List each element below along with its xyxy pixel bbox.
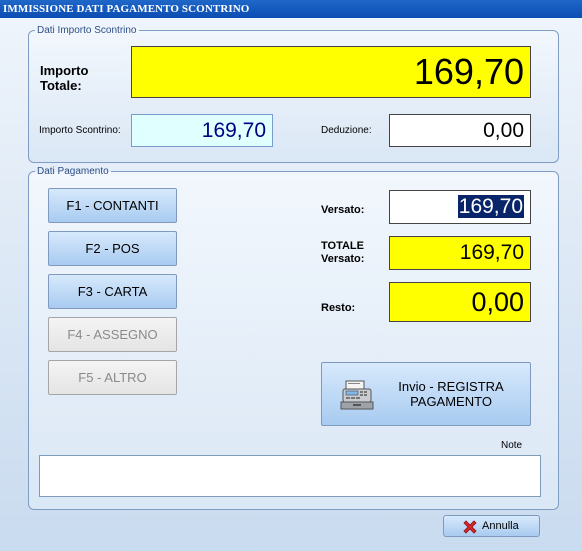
cancel-x-icon	[462, 519, 478, 535]
importo-totale-field: 169,70	[131, 46, 531, 98]
totale-versato-label: TOTALE Versato:	[321, 240, 365, 265]
carta-button-label: F3 - CARTA	[77, 284, 148, 299]
note-label: Note	[501, 440, 523, 451]
versato-value: 169,70	[457, 195, 524, 218]
registra-pagamento-button[interactable]: Invio - REGISTRA PAGAMENTO	[321, 362, 531, 426]
importo-group-legend: Dati Importo Scontrino	[37, 25, 137, 36]
cash-register-icon	[340, 379, 376, 411]
totale-versato-field: 169,70	[389, 236, 531, 270]
registra-pagamento-label: Invio - REGISTRA PAGAMENTO	[398, 379, 504, 409]
importo-totale-label: Importo Totale:	[40, 63, 89, 93]
versato-field[interactable]: 169,70	[389, 190, 531, 224]
altro-button[interactable]: F5 - ALTRO	[48, 360, 177, 395]
window-body: Dati Importo Scontrino Importo Totale: 1…	[0, 18, 582, 551]
window-title: IMMISSIONE DATI PAGAMENTO SCONTRINO	[0, 0, 582, 18]
annulla-label: Annulla	[482, 520, 519, 532]
assegno-button[interactable]: F4 - ASSEGNO	[48, 317, 177, 352]
assegno-button-label: F4 - ASSEGNO	[67, 327, 158, 342]
annulla-button[interactable]: Annulla	[443, 515, 540, 537]
altro-button-label: F5 - ALTRO	[78, 370, 147, 385]
note-field[interactable]	[39, 455, 541, 497]
resto-field: 0,00	[389, 282, 531, 322]
deduzione-field[interactable]: 0,00	[389, 114, 531, 147]
importo-scontrino-label: Importo Scontrino:	[39, 125, 121, 136]
deduzione-label: Deduzione:	[321, 125, 372, 136]
importo-scontrino-field: 169,70	[131, 114, 273, 147]
contanti-button-label: F1 - CONTANTI	[66, 198, 159, 213]
pos-button-label: F2 - POS	[85, 241, 140, 256]
pagamento-group-legend: Dati Pagamento	[37, 166, 109, 177]
versato-label: Versato:	[321, 204, 365, 216]
resto-label: Resto:	[321, 302, 356, 314]
contanti-button[interactable]: F1 - CONTANTI	[48, 188, 177, 223]
pos-button[interactable]: F2 - POS	[48, 231, 177, 266]
carta-button[interactable]: F3 - CARTA	[48, 274, 177, 309]
